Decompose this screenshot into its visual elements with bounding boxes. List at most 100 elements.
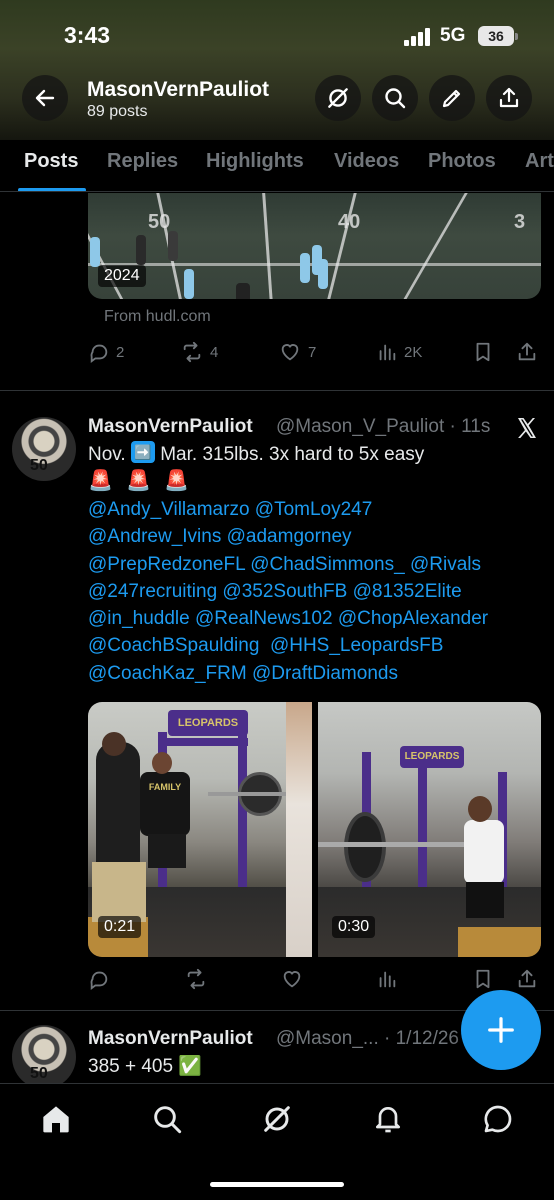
- repost-icon: [187, 968, 205, 990]
- timeline[interactable]: 50 40 3 2024 From hudl.com 2 4 7 2K 50 M…: [0, 193, 554, 1083]
- gym-sign: LEOPARDS: [400, 746, 464, 768]
- repost-button[interactable]: 4: [180, 341, 218, 363]
- tab-videos[interactable]: Videos: [334, 150, 399, 173]
- arrow-emoji: ➡️: [130, 441, 155, 463]
- bookmark-button[interactable]: [472, 968, 494, 990]
- yard-marker: 40: [338, 211, 361, 233]
- profile-banner: [0, 0, 554, 140]
- repost-icon: [183, 341, 201, 363]
- gym-sign: LEOPARDS: [168, 710, 248, 736]
- tab-articles[interactable]: Art: [525, 150, 554, 173]
- video-thumbnail[interactable]: LEOPARDS 0:30: [318, 702, 541, 957]
- link-source[interactable]: From hudl.com: [104, 308, 211, 326]
- messages-icon: [484, 1105, 512, 1133]
- edit-button[interactable]: [429, 75, 475, 121]
- mention-line[interactable]: @CoachKaz_FRM @DraftDiamonds: [88, 660, 538, 687]
- views-button[interactable]: 2K: [376, 341, 422, 363]
- yard-marker: 50: [148, 211, 171, 233]
- yard-marker: 3: [514, 211, 526, 233]
- like-count: 7: [308, 343, 317, 361]
- nav-notifications[interactable]: [368, 1099, 408, 1139]
- bookmark-icon: [476, 969, 490, 989]
- video-year-badge: 2024: [98, 265, 146, 287]
- reply-button[interactable]: [88, 968, 110, 990]
- shirt-text: FAMILY: [140, 772, 190, 836]
- tweet-text: 385 + 405 ✅: [88, 1056, 202, 1077]
- tweet-text-line: Nov. ➡️ Mar. 315lbs. 3x hard to 5x easy: [88, 441, 424, 468]
- reply-count: 2: [116, 343, 125, 361]
- mention-line[interactable]: @247recruiting @352SouthFB @81352Elite: [88, 578, 538, 605]
- battery-icon: 36: [478, 26, 518, 46]
- pencil-icon: [442, 89, 461, 108]
- back-button[interactable]: [22, 75, 68, 121]
- mention-line[interactable]: @PrepRedzoneFL @ChadSimmons_ @Rivals: [88, 551, 538, 578]
- share-button[interactable]: [486, 75, 532, 121]
- heart-icon: [283, 971, 301, 988]
- avatar-jersey-number: 50: [30, 1065, 48, 1082]
- video-thumbnail[interactable]: 50 40 3 2024: [88, 193, 541, 299]
- share-icon: [518, 969, 536, 988]
- home-icon: [43, 1106, 69, 1133]
- avatar-jersey-number: 50: [30, 457, 48, 474]
- video-thumbnail[interactable]: LEOPARDS FAMILY 0:21: [88, 702, 312, 957]
- tab-replies[interactable]: Replies: [107, 150, 178, 173]
- views-icon: [379, 344, 396, 361]
- tweet-text-before: Nov.: [88, 444, 126, 465]
- tab-highlights[interactable]: Highlights: [206, 150, 304, 173]
- search-icon: [154, 1106, 182, 1134]
- tweet-actions: [88, 968, 542, 992]
- bookmark-button[interactable]: [472, 341, 494, 363]
- notifications-icon: [376, 1107, 400, 1133]
- views-button[interactable]: [376, 968, 398, 990]
- nav-search[interactable]: [147, 1099, 187, 1139]
- avatar[interactable]: 50: [12, 417, 76, 481]
- share-post-button[interactable]: [516, 341, 538, 363]
- view-count: 2K: [404, 343, 423, 361]
- author-name[interactable]: MasonVernPauliot: [88, 1028, 253, 1050]
- reply-button[interactable]: 2: [88, 341, 124, 363]
- mention-line[interactable]: @CoachBSpaulding @HHS_LeopardsFB: [88, 632, 538, 659]
- status-time: 3:43: [64, 22, 111, 48]
- tab-photos[interactable]: Photos: [428, 150, 496, 173]
- home-indicator: [210, 1182, 344, 1187]
- author-name[interactable]: MasonVernPauliot: [88, 416, 253, 438]
- tweet-actions: 2 4 7 2K: [88, 341, 542, 365]
- repost-button[interactable]: [184, 968, 208, 990]
- mention-line[interactable]: @Andy_Villamarzo @TomLoy247: [88, 496, 538, 523]
- like-button[interactable]: 7: [278, 341, 316, 363]
- tab-posts[interactable]: Posts: [24, 150, 78, 173]
- mention-line[interactable]: @in_huddle @RealNews102 @ChopAlexander: [88, 605, 538, 632]
- author-handle-time[interactable]: @Mason_V_Pauliot · 11s: [276, 416, 490, 438]
- network-type: 5G: [440, 25, 466, 46]
- video-duration: 0:21: [98, 916, 142, 938]
- post-divider: [0, 390, 554, 391]
- search-icon: [385, 88, 406, 109]
- compose-button[interactable]: [461, 990, 541, 1070]
- mention-line[interactable]: @Andrew_Ivins @adamgorney: [88, 523, 538, 550]
- search-button[interactable]: [372, 75, 418, 121]
- grok-button[interactable]: [315, 75, 361, 121]
- signal-icon: [404, 28, 432, 46]
- author-handle-time[interactable]: @Mason_... · 1/12/26: [276, 1028, 459, 1050]
- views-icon: [379, 971, 396, 988]
- siren-emoji: 🚨: [164, 470, 190, 492]
- profile-name: MasonVernPauliot: [87, 78, 270, 101]
- bookmark-icon: [476, 342, 490, 362]
- avatar[interactable]: 50: [12, 1025, 76, 1083]
- back-arrow-icon: [35, 89, 55, 107]
- nav-home[interactable]: [36, 1099, 76, 1139]
- plus-icon: [488, 1017, 514, 1043]
- repost-count: 4: [210, 343, 219, 361]
- reply-icon: [90, 344, 108, 363]
- share-icon: [499, 87, 519, 108]
- tweet-text-after: Mar. 315lbs. 3x hard to 5x easy: [160, 444, 425, 465]
- active-tab-indicator: [18, 188, 86, 191]
- profile-tabs: Posts Replies Highlights Videos Photos A…: [0, 140, 554, 192]
- like-button[interactable]: [280, 968, 304, 990]
- nav-grok[interactable]: [257, 1099, 297, 1139]
- siren-emoji: 🚨: [88, 470, 113, 492]
- siren-emoji: 🚨: [126, 470, 152, 492]
- share-post-button[interactable]: [516, 968, 538, 990]
- mention-list: @Andy_Villamarzo @TomLoy247 @Andrew_Ivin…: [88, 496, 538, 687]
- nav-messages[interactable]: [478, 1099, 518, 1139]
